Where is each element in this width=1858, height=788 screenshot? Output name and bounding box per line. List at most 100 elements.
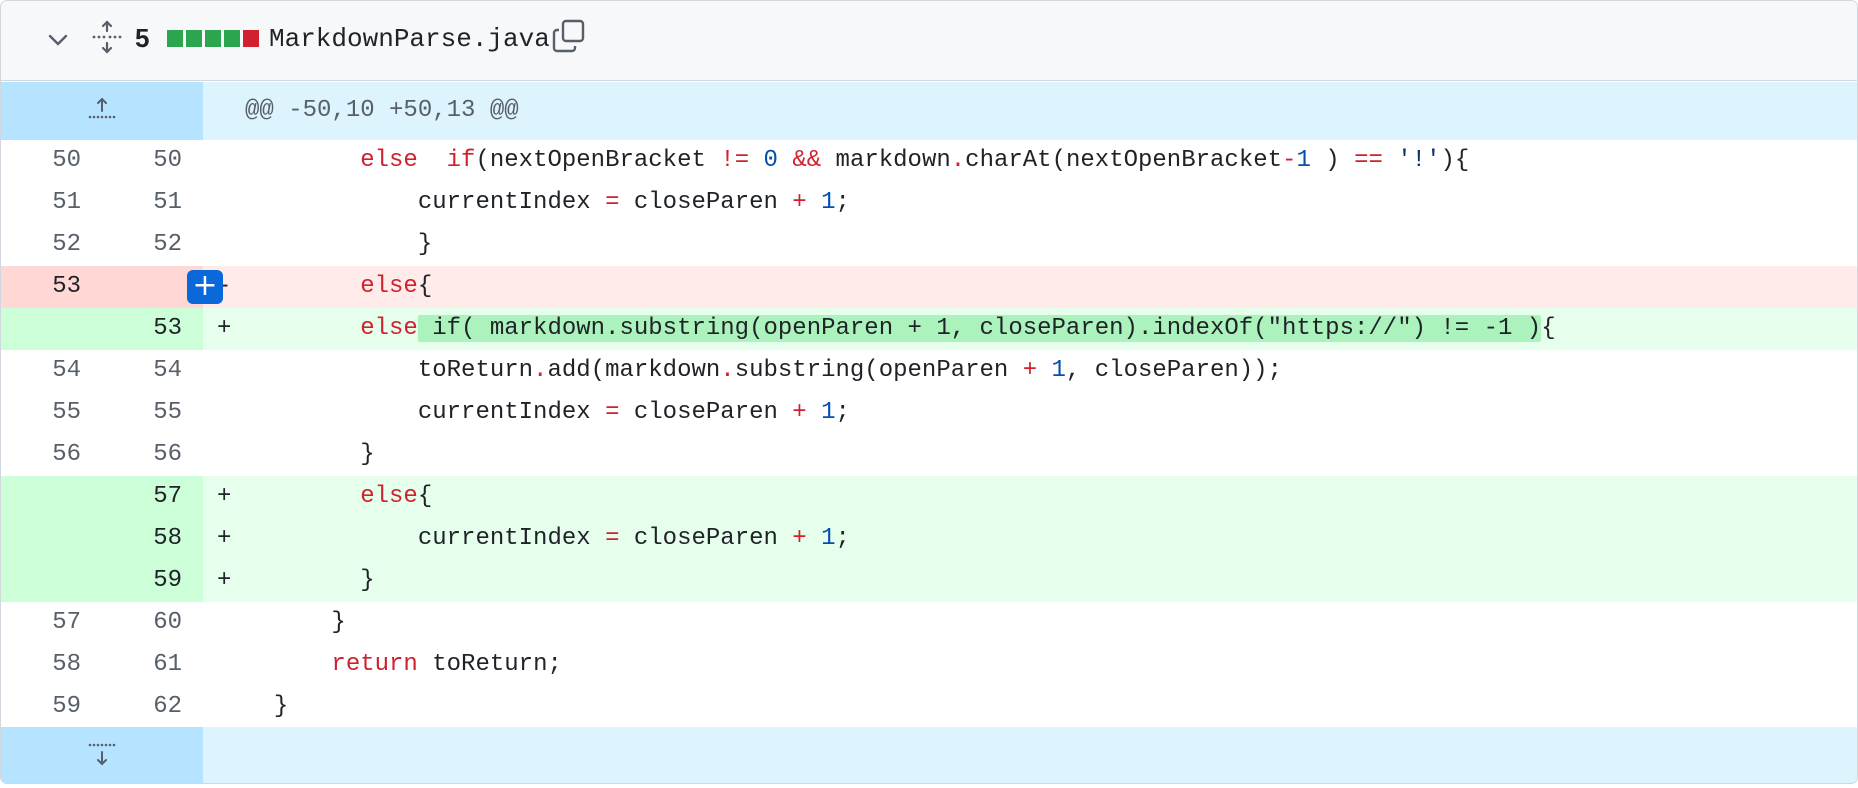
old-line-number[interactable]: 51	[1, 182, 81, 224]
code-token: if( markdown.substring(openParen + 1, cl…	[417, 315, 1542, 342]
code-token: +	[792, 525, 807, 552]
context-line[interactable]: 57 60 }	[1, 602, 1857, 644]
old-line-number[interactable]: 53	[1, 266, 81, 308]
context-line[interactable]: 55 55 currentIndex = closeParen + 1;	[1, 392, 1857, 434]
old-line-number[interactable]	[1, 476, 81, 518]
code-token: =	[605, 525, 620, 552]
code-token: substring(openParen	[734, 357, 1023, 384]
file-name[interactable]: MarkdownParse.java	[269, 23, 550, 55]
new-line-number[interactable]: 50	[102, 140, 182, 182]
old-line-number[interactable]: 58	[1, 644, 81, 686]
code-token: ;	[835, 189, 850, 216]
old-line-number[interactable]: 50	[1, 140, 81, 182]
code-token: else	[360, 483, 418, 510]
added-line[interactable]: 57 + else{	[1, 476, 1857, 518]
code-token: charAt(nextOpenBracket	[965, 147, 1283, 174]
new-line-number[interactable]: 53	[102, 308, 182, 350]
context-line[interactable]: 56 56 }	[1, 434, 1857, 476]
new-line-number[interactable]: 51	[102, 182, 182, 224]
new-line-number[interactable]	[102, 266, 182, 308]
code-text: currentIndex = closeParen + 1;	[245, 518, 850, 560]
add-comment-button[interactable]: +	[187, 270, 223, 304]
added-line[interactable]: 59 + }	[1, 560, 1857, 602]
new-line-number[interactable]: 56	[102, 434, 182, 476]
old-line-number[interactable]	[1, 518, 81, 560]
diffstat-block	[167, 30, 183, 47]
expand-up-button[interactable]	[1, 82, 203, 140]
new-line-number[interactable]: 52	[102, 224, 182, 266]
copy-icon[interactable]	[551, 18, 587, 54]
diffstat-block	[224, 30, 240, 47]
code-token: .	[950, 147, 966, 174]
new-line-number[interactable]: 54	[102, 350, 182, 392]
context-line[interactable]: 52 52 }	[1, 224, 1857, 266]
code-token: ;	[835, 525, 850, 552]
context-line[interactable]: 54 54 toReturn.add(markdown.substring(ope…	[1, 350, 1857, 392]
old-line-number[interactable]	[1, 308, 81, 350]
diffstat-block	[243, 30, 259, 47]
old-line-number[interactable]: 55	[1, 392, 81, 434]
code-token: closeParen	[619, 399, 793, 426]
hunk-footer-row	[1, 727, 1857, 783]
old-line-number[interactable]: 52	[1, 224, 81, 266]
old-line-number[interactable]: 59	[1, 686, 81, 728]
old-line-number[interactable]: 56	[1, 434, 81, 476]
code-token: }	[360, 441, 375, 468]
code-token: 1	[821, 399, 836, 426]
code-text: else{	[245, 266, 432, 308]
code-token: {	[1454, 147, 1470, 174]
file-header: 5 MarkdownParse.java	[1, 1, 1857, 81]
added-line[interactable]: 53 + else if( markdown.substring(openPare…	[1, 308, 1857, 350]
old-line-number[interactable]: 54	[1, 350, 81, 392]
code-token: '!'	[1397, 147, 1441, 174]
expand-down-button[interactable]	[1, 727, 203, 783]
code-token: }	[273, 693, 289, 720]
code-token: if	[446, 147, 476, 174]
diff-marker: +	[217, 567, 232, 594]
chevron-down-icon[interactable]	[43, 25, 73, 55]
code-token: .	[533, 357, 548, 384]
old-line-number[interactable]	[1, 560, 81, 602]
expand-all-icon[interactable]	[89, 19, 125, 55]
code-token: 1	[821, 525, 836, 552]
context-line[interactable]: 50 50 else if(nextOpenBracket != 0 && mar…	[1, 140, 1857, 182]
code-token: .	[720, 357, 735, 384]
code-token: &&	[792, 147, 822, 174]
code-token: )	[1310, 147, 1355, 174]
context-line[interactable]: 59 62 }	[1, 686, 1857, 728]
new-line-number[interactable]: 58	[102, 518, 182, 560]
new-line-number[interactable]: 62	[102, 686, 182, 728]
new-line-number[interactable]: 55	[102, 392, 182, 434]
code-token: currentIndex	[417, 525, 606, 552]
new-line-number[interactable]: 61	[102, 644, 182, 686]
new-line-number[interactable]: 60	[102, 602, 182, 644]
new-line-number[interactable]: 57	[102, 476, 182, 518]
code-text: }	[245, 602, 345, 644]
context-line[interactable]: 58 61 return toReturn;	[1, 644, 1857, 686]
diffstat-block	[186, 30, 202, 47]
new-line-number[interactable]: 59	[102, 560, 182, 602]
code-token: =	[605, 399, 620, 426]
code-token: 0	[763, 147, 778, 174]
old-line-number[interactable]: 57	[1, 602, 81, 644]
code-text: }	[245, 686, 288, 728]
code-token: ==	[1354, 147, 1383, 174]
code-text: else{	[245, 476, 432, 518]
code-token: toReturn;	[417, 651, 562, 678]
diff-file: 5 MarkdownParse.java @@ -50,10 +50,13 @@…	[0, 0, 1858, 784]
context-line[interactable]: 51 51 currentIndex = closeParen + 1;	[1, 182, 1857, 224]
added-line[interactable]: 58 + currentIndex = closeParen + 1;	[1, 518, 1857, 560]
deleted-line[interactable]: 53- else{+	[1, 266, 1857, 308]
